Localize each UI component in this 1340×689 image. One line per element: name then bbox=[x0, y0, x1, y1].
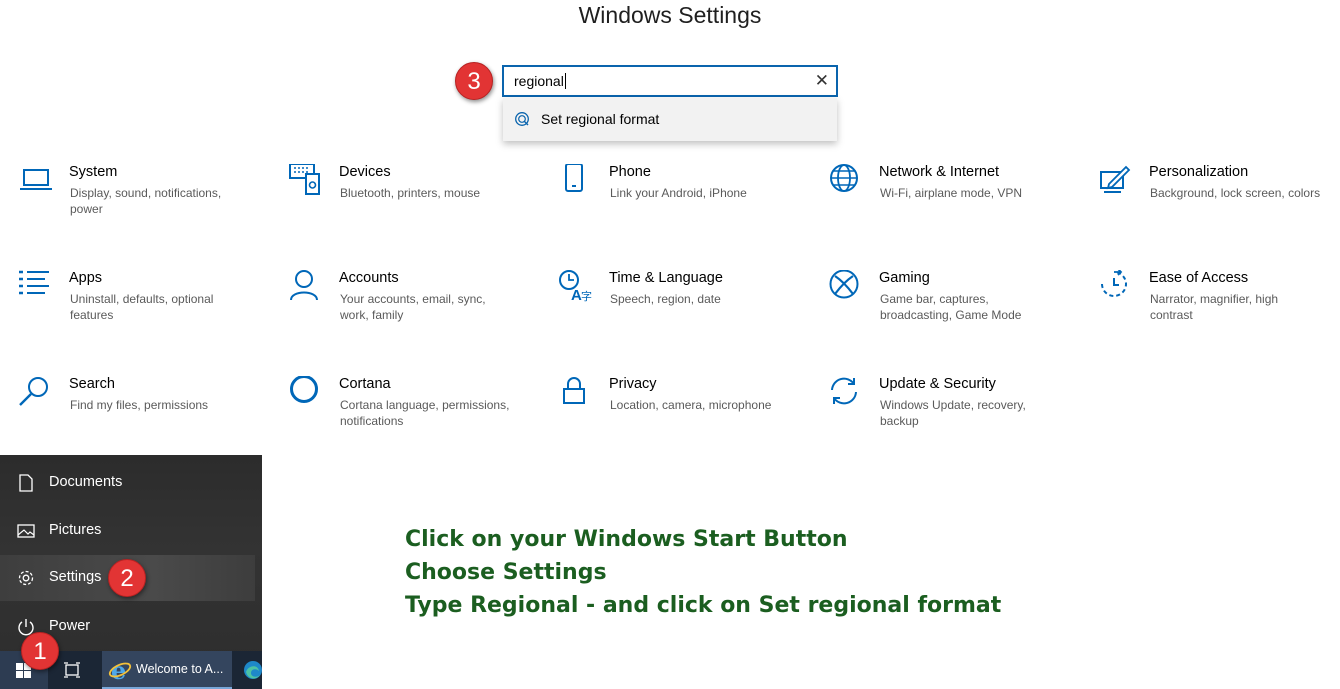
tile-update-security[interactable]: Update & Security Windows Update, recove… bbox=[829, 376, 1089, 456]
svg-text:字: 字 bbox=[581, 289, 592, 303]
laptop-icon bbox=[20, 169, 52, 190]
tile-description: Speech, region, date bbox=[610, 292, 721, 306]
search-icon bbox=[19, 377, 48, 406]
settings-search-box[interactable]: regional ✕ bbox=[502, 65, 838, 97]
start-menu-item-label: Power bbox=[49, 618, 91, 634]
step-2-badge: 2 bbox=[108, 559, 146, 597]
region-format-icon bbox=[515, 112, 529, 126]
gear-icon bbox=[18, 570, 34, 586]
tile-phone[interactable]: Phone Link your Android, iPhone bbox=[559, 164, 819, 244]
instruction-line: Click on your Windows Start Button bbox=[405, 527, 848, 552]
text-caret bbox=[564, 73, 566, 89]
tile-cortana[interactable]: Cortana Cortana language, permissions, n… bbox=[289, 376, 549, 456]
page-title: Windows Settings bbox=[578, 2, 762, 28]
task-view-icon bbox=[64, 662, 80, 678]
instruction-line: Type Regional - and click on Set regiona… bbox=[405, 593, 1002, 618]
tile-description: Location, camera, microphone bbox=[610, 398, 772, 412]
suggestion-label: Set regional format bbox=[541, 111, 660, 127]
tile-gaming[interactable]: Gaming Game bar, captures, broadcasting,… bbox=[829, 270, 1089, 350]
tile-apps[interactable]: Apps Uninstall, defaults, optional featu… bbox=[19, 270, 279, 350]
devices-icon bbox=[289, 164, 320, 195]
instruction-line: Choose Settings bbox=[405, 560, 607, 585]
tile-description: Find my files, permissions bbox=[70, 398, 209, 412]
start-menu-item-label: Pictures bbox=[49, 522, 102, 538]
tile-label: Gaming bbox=[879, 270, 930, 286]
tile-description: Bluetooth, printers, mouse bbox=[340, 186, 481, 200]
sync-icon bbox=[831, 377, 857, 405]
tile-label: Apps bbox=[69, 270, 103, 286]
tile-label: Time & Language bbox=[609, 270, 723, 286]
tile-ease-of-access[interactable]: Ease of Access Narrator, magnifier, high… bbox=[1099, 270, 1340, 350]
tile-label: Network & Internet bbox=[879, 164, 1000, 180]
tile-personalization[interactable]: Personalization Background, lock screen,… bbox=[1099, 164, 1340, 244]
time-language-icon: A字 bbox=[559, 270, 592, 304]
globe-icon bbox=[830, 164, 858, 192]
taskbar-item-label: Welcome to A... bbox=[136, 662, 224, 676]
step-3-badge: 3 bbox=[455, 62, 493, 100]
tile-description: Display, sound, notifications, power bbox=[70, 186, 222, 216]
step-1-badge: 1 bbox=[21, 632, 59, 670]
apps-list-icon bbox=[19, 270, 49, 295]
tile-description: Wi-Fi, airplane mode, VPN bbox=[880, 186, 1023, 200]
tile-label: Personalization bbox=[1149, 164, 1249, 180]
tile-description: Game bar, captures, broadcasting, Game M… bbox=[880, 292, 1022, 322]
tile-label: Update & Security bbox=[879, 376, 996, 392]
tile-description: Windows Update, recovery, backup bbox=[880, 398, 1026, 428]
start-menu-item-label: Documents bbox=[49, 474, 123, 490]
lock-icon bbox=[563, 377, 585, 404]
tile-label: Search bbox=[69, 376, 115, 392]
tile-label: Accounts bbox=[339, 270, 399, 286]
picture-icon bbox=[17, 524, 35, 538]
tile-accounts[interactable]: Accounts Your accounts, email, sync, wor… bbox=[289, 270, 549, 350]
tile-label: Ease of Access bbox=[1149, 270, 1249, 286]
tile-privacy[interactable]: Privacy Location, camera, microphone bbox=[559, 376, 819, 456]
edge-icon bbox=[244, 661, 262, 679]
tile-description: Your accounts, email, sync, work, family bbox=[340, 292, 486, 322]
search-suggestion-set-regional-format[interactable]: Set regional format bbox=[503, 98, 837, 141]
person-icon bbox=[290, 270, 318, 301]
start-menu-item-pictures[interactable]: Pictures bbox=[0, 508, 255, 554]
tile-system[interactable]: System Display, sound, notifications, po… bbox=[19, 164, 279, 244]
tile-time-language[interactable]: A字 Time & Language Speech, region, date bbox=[559, 270, 819, 350]
cortana-icon bbox=[290, 376, 318, 403]
search-input[interactable]: regional bbox=[514, 73, 566, 89]
tile-description: Background, lock screen, colors bbox=[1150, 186, 1321, 200]
tile-devices[interactable]: Devices Bluetooth, printers, mouse bbox=[289, 164, 549, 244]
taskbar-item-edge[interactable] bbox=[238, 651, 262, 689]
pen-tablet-icon bbox=[1100, 165, 1131, 193]
tile-label: Devices bbox=[339, 164, 391, 180]
tile-description: Cortana language, permissions, notificat… bbox=[340, 398, 510, 428]
start-menu-item-label: Settings bbox=[49, 569, 102, 585]
tile-description: Link your Android, iPhone bbox=[610, 186, 747, 200]
tile-search[interactable]: Search Find my files, permissions bbox=[19, 376, 279, 456]
xbox-icon bbox=[829, 270, 859, 299]
tile-label: Phone bbox=[609, 164, 651, 180]
tile-label: Privacy bbox=[609, 376, 657, 392]
svg-text:e: e bbox=[111, 658, 126, 682]
tile-network-internet[interactable]: Network & Internet Wi-Fi, airplane mode,… bbox=[829, 164, 1089, 244]
tile-label: Cortana bbox=[339, 376, 391, 392]
instruction-text: Click on your Windows Start Button Choos… bbox=[405, 523, 1001, 622]
tile-description: Uninstall, defaults, optional features bbox=[70, 292, 214, 322]
tile-label: System bbox=[69, 164, 118, 180]
document-icon bbox=[19, 474, 33, 492]
start-menu-item-documents[interactable]: Documents bbox=[0, 460, 255, 506]
tile-description: Narrator, magnifier, high contrast bbox=[1150, 292, 1279, 322]
ease-of-access-icon bbox=[1101, 270, 1127, 297]
close-icon[interactable]: ✕ bbox=[815, 71, 829, 91]
internet-explorer-icon: e bbox=[108, 658, 132, 682]
taskbar-item-internet-explorer[interactable]: e Welcome to A... bbox=[102, 651, 232, 689]
phone-icon bbox=[565, 164, 583, 192]
